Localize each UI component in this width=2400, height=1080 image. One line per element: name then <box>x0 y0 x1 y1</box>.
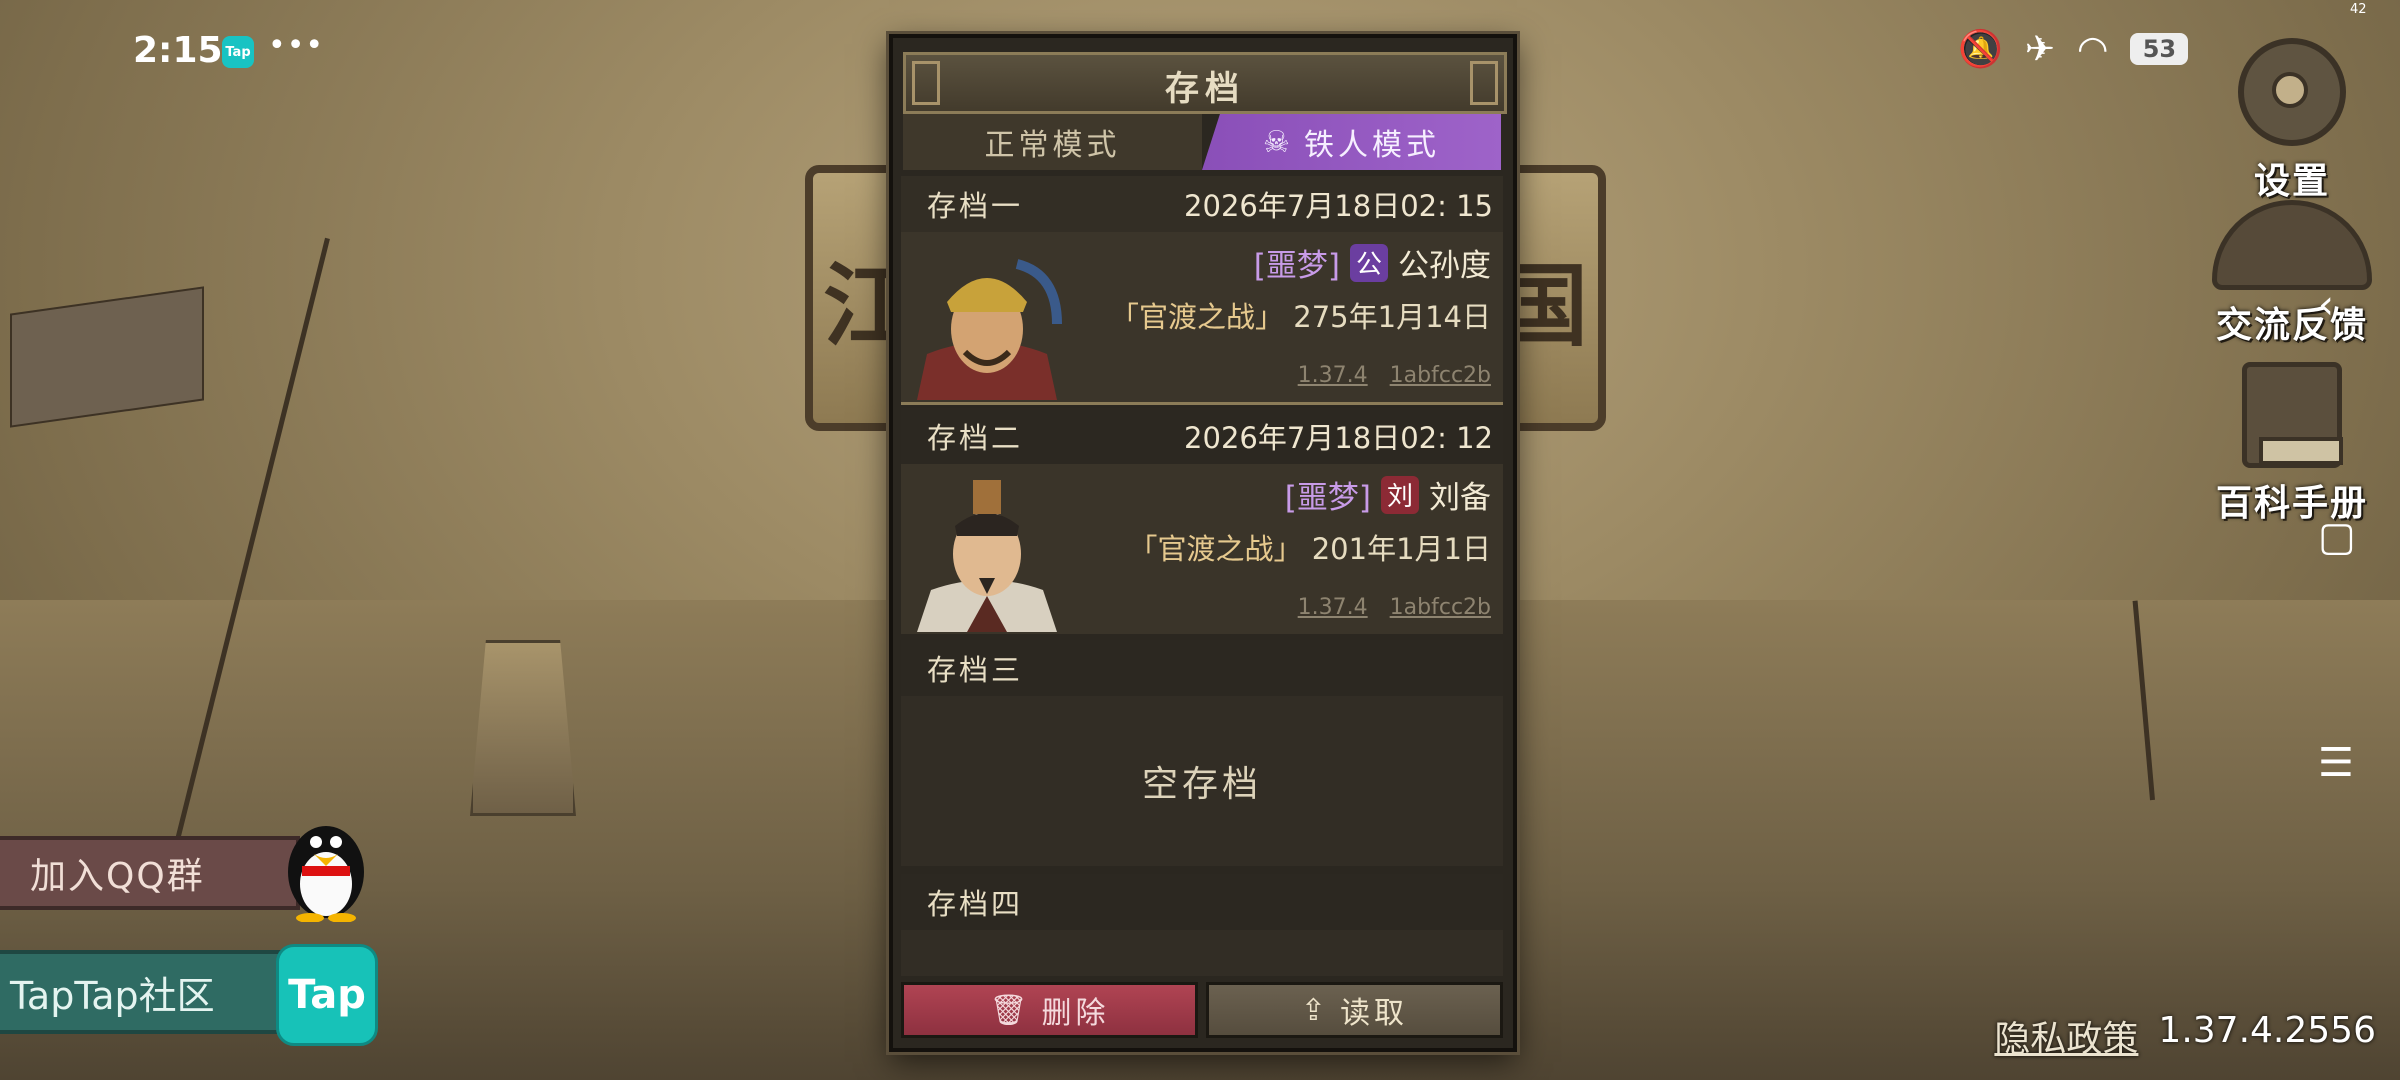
hero-portrait-liu-bei <box>917 480 1057 632</box>
more-notifications-icon: ••• <box>268 28 325 63</box>
qq-penguin-icon <box>288 826 364 922</box>
airplane-icon: ✈ <box>2024 28 2055 70</box>
difficulty-label: [噩梦] <box>1253 248 1340 284</box>
slot-meta: 1.37.4 1abfcc2b <box>1298 595 1491 620</box>
taptap-notification-icon: Tap <box>222 36 254 68</box>
load-button[interactable]: ⇪ 读取 <box>1206 982 1503 1038</box>
game-date: 275年1月14日 <box>1293 300 1491 334</box>
difficulty-label: [噩梦] <box>1284 480 1371 516</box>
slot-header: 存档三 <box>901 640 1503 696</box>
nav-back-icon[interactable]: ‹ <box>2318 282 2334 328</box>
save-version: 1.37.4 <box>1297 595 1368 620</box>
faction-badge: 公 <box>1350 243 1388 282</box>
status-icons: 🔕 ✈ ◠ 53 <box>1958 28 2189 70</box>
slot-save-date: 2026年7月18日02: 12 <box>1184 421 1493 455</box>
qq-label: 加入QQ群 <box>30 856 205 897</box>
hero-name: 刘备 <box>1429 480 1491 516</box>
save-slot-1[interactable]: 存档一 2026年7月18日02: 15 [噩梦] 公 公孙度 「官渡之战」 2… <box>901 176 1503 405</box>
settings-button[interactable]: 设置 <box>2202 38 2382 204</box>
slot-hero-line: [噩梦] 公 公孙度 <box>1254 240 1491 285</box>
faction-badge: 刘 <box>1381 475 1419 514</box>
privacy-policy-link[interactable]: 隐私政策 <box>1994 1010 2138 1062</box>
mode-tabs: 正常模式 ☠ 铁人模式 <box>903 114 1501 170</box>
scenario-name: 「官渡之战」 <box>1128 532 1303 566</box>
taptap-community-button[interactable]: TapTap社区 <box>0 950 290 1034</box>
panel-title: 存档 <box>1165 69 1245 109</box>
header-ornament-right <box>1470 61 1498 105</box>
taptap-logo-icon[interactable]: Tap <box>276 944 378 1046</box>
gear-icon <box>2238 38 2346 146</box>
feedback-button[interactable]: 交流反馈 <box>2202 200 2382 348</box>
skull-crossbones-icon: ☠ <box>1263 124 1294 160</box>
tab-label: 正常模式 <box>984 128 1121 163</box>
slot-name: 存档一 <box>927 189 1024 223</box>
background-watchtower <box>470 640 576 816</box>
battery-icon: 53 <box>2130 33 2189 65</box>
slot-hero-line: [噩梦] 刘 刘备 <box>1285 472 1491 517</box>
panel-header: 存档 <box>903 52 1507 114</box>
upload-icon: ⇪ <box>1300 992 1331 1028</box>
tab-normal-mode[interactable]: 正常模式 <box>903 114 1202 170</box>
status-time: 2:15 <box>133 30 223 71</box>
save-slot-3[interactable]: 存档三 空存档 <box>901 640 1503 866</box>
scenario-name: 「官渡之战」 <box>1110 300 1285 334</box>
tab-iron-mode[interactable]: ☠ 铁人模式 <box>1202 114 1501 170</box>
save-panel: 存档 正常模式 ☠ 铁人模式 存档一 2026年7月18日02: 15 [噩梦]… <box>889 34 1517 1052</box>
tab-label: 铁人模式 <box>1303 128 1440 163</box>
save-slot-2[interactable]: 存档二 2026年7月18日02: 12 [噩梦] 刘 刘备 「官渡之战」 20… <box>901 408 1503 634</box>
slot-meta: 1.37.4 1abfcc2b <box>1298 363 1491 388</box>
save-hash: 1abfcc2b <box>1389 363 1491 388</box>
save-slot-4[interactable]: 存档四 <box>901 874 1503 976</box>
slot-body: [噩梦] 刘 刘备 「官渡之战」 201年1月1日 1.37.4 1abfcc2… <box>901 464 1503 634</box>
footer: 隐私政策 1.37.4.2556 <box>1994 1010 2376 1062</box>
slot-scenario-line: 「官渡之战」 201年1月1日 <box>1129 526 1492 568</box>
slot-header: 存档四 <box>901 874 1503 930</box>
settings-label: 设置 <box>2253 161 2330 202</box>
background-flag <box>10 286 204 428</box>
nav-menu-icon[interactable]: ☰ <box>2318 740 2354 786</box>
trash-icon: 🗑 <box>989 992 1032 1028</box>
slot-body: 空存档 <box>901 696 1503 866</box>
load-label: 读取 <box>1340 996 1409 1031</box>
nav-home-icon[interactable]: ▢ <box>2318 514 2356 560</box>
save-hash: 1abfcc2b <box>1389 595 1491 620</box>
slot-save-date: 2026年7月18日02: 15 <box>1184 189 1493 223</box>
slot-header: 存档二 2026年7月18日02: 12 <box>901 408 1503 464</box>
taptap-label: TapTap社区 <box>10 973 215 1018</box>
join-qq-group-button[interactable]: 加入QQ群 <box>0 836 300 910</box>
mute-icon: 🔕 <box>1958 29 2003 70</box>
wiki-button[interactable]: 百科手册 <box>2202 362 2382 526</box>
empty-slot-label: 空存档 <box>1141 764 1262 805</box>
corner-number: 42 <box>2350 2 2367 17</box>
feedback-label: 交流反馈 <box>2215 305 2368 346</box>
slot-scenario-line: 「官渡之战」 275年1月14日 <box>1110 294 1491 336</box>
game-version: 1.37.4.2556 <box>2158 1010 2376 1051</box>
slot-header: 存档一 2026年7月18日02: 15 <box>901 176 1503 232</box>
hero-name: 公孙度 <box>1398 248 1491 284</box>
save-version: 1.37.4 <box>1297 363 1368 388</box>
gamepad-fan-icon <box>2212 200 2372 290</box>
slot-body: [噩梦] 公 公孙度 「官渡之战」 275年1月14日 1.37.4 1abfc… <box>901 232 1503 405</box>
game-date: 201年1月1日 <box>1311 532 1491 566</box>
action-buttons: 🗑 删除 ⇪ 读取 <box>901 982 1503 1038</box>
slot-name: 存档三 <box>927 653 1024 687</box>
delete-label: 删除 <box>1041 996 1110 1031</box>
slot-name: 存档四 <box>927 887 1024 921</box>
wifi-icon: ◠ <box>2077 28 2109 70</box>
book-icon <box>2242 362 2343 468</box>
slot-body <box>901 930 1503 976</box>
hero-portrait-gongsun-du <box>917 259 1062 400</box>
delete-button[interactable]: 🗑 删除 <box>901 982 1198 1038</box>
slot-name: 存档二 <box>927 421 1024 455</box>
